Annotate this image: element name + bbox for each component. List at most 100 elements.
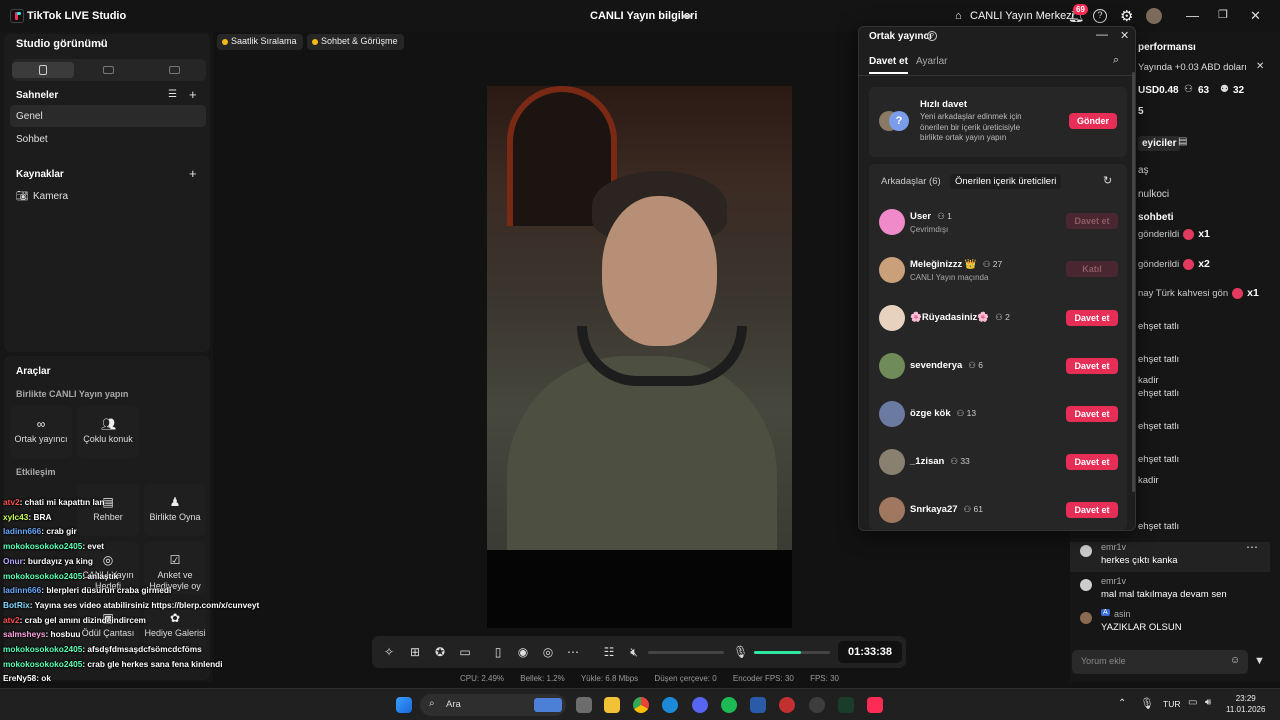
windows-start-icon[interactable] [396, 697, 412, 713]
hourly-ranking-chip[interactable]: Saatlik Sıralama [217, 34, 303, 50]
refresh-icon[interactable]: ↻ [1103, 174, 1112, 187]
minimize-popup-icon[interactable]: — [1096, 27, 1108, 41]
comment-input[interactable]: Yorum ekle ☺ [1072, 650, 1248, 674]
clock[interactable]: 23:29 11.01.2026 [1226, 693, 1265, 715]
record-icon[interactable]: ◉ [516, 645, 530, 659]
file-explorer-icon[interactable] [604, 697, 620, 713]
close-popup-icon[interactable]: ✕ [1120, 29, 1129, 42]
volume-icon[interactable]: 🔊︎ [1205, 697, 1211, 708]
chevron-down-icon[interactable]: ⌄ [97, 37, 105, 48]
invite-button[interactable]: Davet et [1066, 358, 1118, 374]
app-icon-2[interactable] [838, 697, 854, 713]
feed-line: ehşet tatlı [1138, 388, 1180, 399]
portrait-layout-button[interactable] [12, 62, 74, 78]
help-icon[interactable]: ? [1093, 9, 1107, 23]
share-icon[interactable]: ➦ [682, 9, 692, 23]
screen-icon[interactable]: ▭ [458, 645, 472, 659]
live-timer: 01:33:38 [838, 641, 902, 663]
chat-overlay-line: ladinn666: blerpleri düsürün craba girme… [3, 583, 303, 598]
minimize-icon[interactable]: — [1186, 8, 1199, 23]
invite-button-disabled[interactable]: Davet et [1066, 213, 1118, 229]
scene-item-genel[interactable]: Genel [16, 111, 43, 122]
landscape-layout-button[interactable] [78, 62, 140, 78]
row-partial-2: nulkoci [1138, 189, 1170, 200]
spotify-icon[interactable] [721, 697, 737, 713]
comment-item[interactable]: emr1v herkes çıktı kanka ⋯ [1070, 540, 1270, 572]
microphone-icon[interactable]: 🎙︎ [733, 645, 748, 659]
more-icon[interactable]: ⋯ [1246, 540, 1258, 554]
search-icon[interactable]: ⌕ [1113, 54, 1119, 67]
tab-settings[interactable]: Ayarlar [916, 56, 948, 67]
invite-button-disabled[interactable]: Katıl [1066, 261, 1118, 277]
close-icon[interactable]: ✕ [1250, 8, 1261, 24]
list-icon[interactable]: ▤ [1178, 136, 1187, 147]
search-highlight-icon [534, 698, 562, 712]
settings-sliders-icon[interactable]: ☷ [602, 645, 616, 659]
cohost-tool[interactable]: ∞ Ortak yayıncı [10, 406, 72, 458]
comment-item[interactable]: emr1v mal mal takılmaya devam sen [1070, 576, 1270, 606]
discord-icon[interactable] [692, 697, 708, 713]
list-icon[interactable]: ☰ [168, 89, 177, 100]
add-source-icon[interactable]: + [189, 166, 197, 181]
tab-invite[interactable]: Davet et [869, 56, 908, 74]
user-icon [1080, 579, 1092, 591]
creator-name: özge kök [910, 408, 951, 419]
popup-scrollbar[interactable] [1132, 72, 1135, 492]
studio-view-label[interactable]: Studio görünümü [16, 38, 108, 50]
scene-item-sohbet[interactable]: Sohbet [16, 134, 48, 145]
feed-line: kadir [1138, 375, 1159, 386]
upload-stat: Yükle: 6.8 Mbps [580, 674, 639, 683]
encoder-stat: Encoder FPS: 30 [732, 674, 794, 683]
source-camera[interactable]: Kamera [33, 191, 68, 202]
emoji-icon[interactable]: ☺ [1230, 655, 1240, 666]
multiguest-tool[interactable]: 👥︎ Çoklu konuk [77, 406, 139, 458]
task-view-icon[interactable] [576, 697, 592, 713]
speaker-mute-icon[interactable]: 🔇︎ [627, 645, 641, 659]
dual-layout-button[interactable] [144, 62, 206, 78]
volume-slider[interactable] [648, 651, 724, 654]
chrome-icon[interactable] [633, 697, 649, 713]
person-icon: ⚇ [963, 504, 974, 514]
opera-icon[interactable] [779, 697, 795, 713]
steam-icon[interactable] [809, 697, 825, 713]
live-center-button[interactable]: CANLI Yayın Merkezi [970, 10, 1074, 22]
magic-wand-icon[interactable]: ✧ [382, 645, 396, 659]
camera-switch-icon[interactable]: ◎ [541, 645, 555, 659]
close-bonus-icon[interactable]: ✕ [1256, 61, 1264, 72]
network-icon[interactable]: ▭ [1188, 697, 1197, 708]
effects-icon[interactable]: ✪ [433, 645, 447, 659]
gift-rose-icon [1232, 287, 1244, 299]
layout-icon[interactable]: ⊞ [408, 645, 422, 659]
send-icon[interactable]: ▼ [1254, 655, 1265, 667]
invite-button[interactable]: Davet et [1066, 502, 1118, 518]
tiktok-live-studio-icon[interactable] [867, 697, 883, 713]
invite-button[interactable]: Davet et [1066, 406, 1118, 422]
chat-meeting-chip[interactable]: Sohbet & Görüşme [307, 34, 404, 50]
feed-line: ehşet tatlı [1138, 454, 1180, 465]
microphone-icon[interactable]: 🎙︎ [1140, 697, 1154, 710]
filter-friends[interactable]: Arkadaşlar (6) [881, 176, 941, 187]
app-icon[interactable] [750, 697, 766, 713]
avatar[interactable] [1146, 8, 1162, 24]
more-icon[interactable]: ⋯ [566, 645, 580, 659]
home-icon[interactable]: ⌂ [955, 10, 962, 22]
maximize-icon[interactable]: ❐ [1218, 8, 1228, 21]
info-icon[interactable]: ? [927, 31, 937, 41]
edge-icon[interactable] [662, 697, 678, 713]
taskbar-search[interactable]: ⌕ Ara [420, 694, 566, 716]
language-indicator[interactable]: TUR [1163, 699, 1180, 709]
quick-invite-desc: Yeni arkadaşlar edinmek için önerilen bi… [920, 112, 1022, 142]
link-icon: ∞ [36, 417, 46, 431]
search-placeholder: Ara [446, 699, 461, 710]
filter-suggested[interactable]: Önerilen içerik üreticileri [950, 174, 1062, 189]
gear-icon[interactable]: ⚙ [1120, 7, 1133, 25]
creator-row: Meleğinizzz 👑 ⚇ 27 CANLI Yayın maçında Katı… [869, 251, 1127, 291]
chevron-up-icon[interactable]: ⌃ [1118, 698, 1126, 709]
invite-button[interactable]: Davet et [1066, 454, 1118, 470]
comment-item[interactable]: asin A YAZIKLAR OLSUN [1070, 609, 1270, 639]
viewers-tab[interactable]: eyiciler [1138, 136, 1181, 151]
add-scene-icon[interactable]: + [189, 87, 197, 102]
send-button[interactable]: Gönder [1069, 113, 1117, 129]
invite-button[interactable]: Davet et [1066, 310, 1118, 326]
phone-icon[interactable]: ▯ [491, 645, 505, 659]
